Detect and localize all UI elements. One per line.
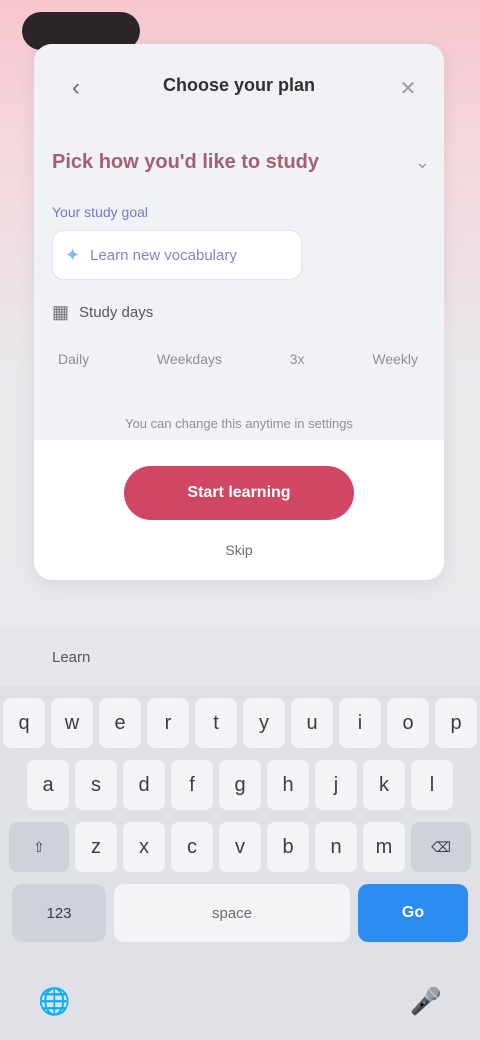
key[interactable]: e: [99, 698, 141, 748]
sparkle-icon: ✦: [65, 244, 81, 265]
calendar-icon: ▦: [52, 302, 70, 322]
key[interactable]: m: [363, 822, 405, 872]
study-days-options: Daily Weekdays 3x Weekly: [58, 344, 418, 374]
microphone-icon[interactable]: 🎤: [410, 986, 442, 1017]
key[interactable]: f: [171, 760, 213, 810]
chevron-left-icon: ‹: [72, 74, 80, 101]
skip-link[interactable]: Skip: [34, 542, 444, 558]
back-button[interactable]: ‹: [58, 70, 94, 106]
goal-field-label: Your study goal: [52, 204, 148, 220]
plan-heading-row[interactable]: Pick how you'd like to study ⌄: [52, 142, 430, 182]
key[interactable]: j: [315, 760, 357, 810]
goal-input-value: Learn new vocabulary: [90, 246, 237, 264]
goal-input[interactable]: ✦ Learn new vocabulary: [52, 230, 302, 280]
key[interactable]: s: [75, 760, 117, 810]
key-row-1: q w e r t y u i o p: [0, 698, 480, 748]
key-row-2: a s d f g h j k l: [0, 760, 480, 810]
key[interactable]: z: [75, 822, 117, 872]
shift-key[interactable]: ⇧: [9, 822, 69, 872]
key[interactable]: t: [195, 698, 237, 748]
key[interactable]: u: [291, 698, 333, 748]
key[interactable]: v: [219, 822, 261, 872]
key[interactable]: c: [171, 822, 213, 872]
option-weekdays[interactable]: Weekdays: [157, 351, 222, 367]
modal-title: Choose your plan: [162, 74, 315, 95]
option-daily[interactable]: Daily: [58, 351, 89, 367]
option-3x[interactable]: 3x: [290, 351, 305, 367]
plan-modal: ‹ Choose your plan ✕ Pick how you'd like…: [34, 44, 444, 580]
study-days-label: Study days: [79, 304, 154, 321]
start-learning-button[interactable]: Start learning: [124, 466, 354, 520]
close-button[interactable]: ✕: [390, 70, 426, 106]
close-icon: ✕: [399, 77, 417, 100]
modal-header: ‹ Choose your plan ✕: [34, 44, 444, 126]
study-days-section: ▦ Study days: [52, 302, 153, 323]
option-weekly[interactable]: Weekly: [372, 351, 418, 367]
keyboard-bottom-row: 123 space Go: [12, 884, 468, 942]
plan-heading: Pick how you'd like to study: [52, 150, 320, 173]
key[interactable]: p: [435, 698, 477, 748]
keyboard-footer: 🌐 🎤: [0, 962, 480, 1040]
key[interactable]: n: [315, 822, 357, 872]
globe-icon[interactable]: 🌐: [38, 986, 70, 1017]
on-screen-keyboard: Learn q w e r t y u i o p a s d f g h j …: [0, 628, 480, 1040]
key[interactable]: q: [3, 698, 45, 748]
key[interactable]: k: [363, 760, 405, 810]
footnote: You can change this anytime in settings: [125, 416, 353, 431]
key-row-3: ⇧ z x c v b n m ⌫: [0, 822, 480, 872]
space-key[interactable]: space: [114, 884, 350, 942]
key[interactable]: l: [411, 760, 453, 810]
key[interactable]: g: [219, 760, 261, 810]
key[interactable]: b: [267, 822, 309, 872]
key[interactable]: y: [243, 698, 285, 748]
key[interactable]: w: [51, 698, 93, 748]
key[interactable]: h: [267, 760, 309, 810]
delete-key[interactable]: ⌫: [411, 822, 471, 872]
key[interactable]: o: [387, 698, 429, 748]
suggestion-word[interactable]: Learn: [52, 649, 90, 666]
key[interactable]: i: [339, 698, 381, 748]
key[interactable]: x: [123, 822, 165, 872]
suggestion-bar: Learn: [0, 628, 480, 686]
screen: ‹ Choose your plan ✕ Pick how you'd like…: [0, 0, 480, 1040]
key[interactable]: d: [123, 760, 165, 810]
go-key[interactable]: Go: [358, 884, 468, 942]
number-mode-key[interactable]: 123: [12, 884, 106, 942]
key[interactable]: a: [27, 760, 69, 810]
key[interactable]: r: [147, 698, 189, 748]
chevron-down-icon: ⌄: [414, 151, 430, 172]
